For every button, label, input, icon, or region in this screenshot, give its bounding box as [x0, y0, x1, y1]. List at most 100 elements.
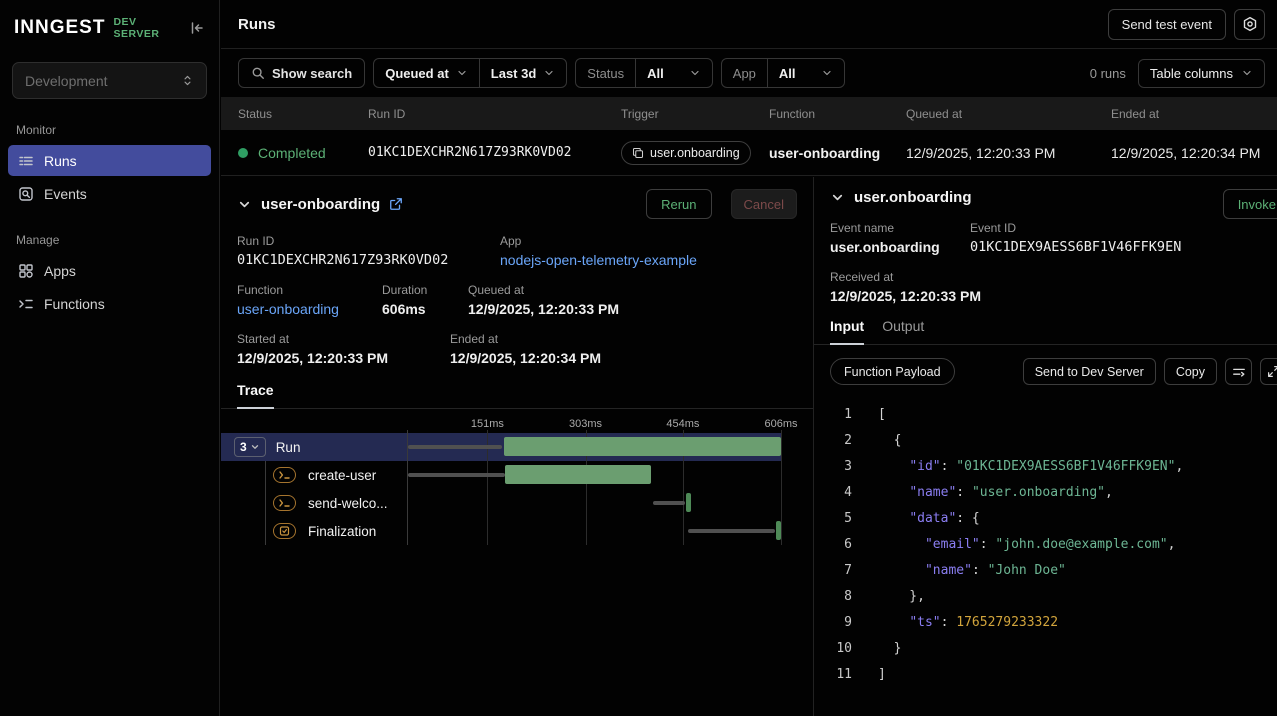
- sidebar-item-runs[interactable]: Runs: [8, 145, 211, 176]
- payload-toolbar-right: Send to Dev Server Copy: [1023, 358, 1277, 385]
- column-header-ended-at: Ended at: [1111, 107, 1277, 121]
- invoke-button[interactable]: Invoke: [1223, 189, 1277, 219]
- run-table-row[interactable]: Completed 01KC1DEXCHR2N617Z93RK0VD02 use…: [221, 130, 1277, 176]
- status-filter-group: Status All: [575, 58, 712, 88]
- word-wrap-button[interactable]: [1225, 358, 1252, 385]
- chevron-down-icon: [543, 67, 555, 79]
- queued-at-field: Queued at 12/9/2025, 12:20:33 PM: [468, 283, 619, 317]
- code-text: },: [852, 589, 925, 604]
- apps-icon: [18, 263, 34, 279]
- topbar: Runs Send test event: [221, 0, 1277, 49]
- send-to-dev-server-button[interactable]: Send to Dev Server: [1023, 358, 1156, 385]
- code-line: 6 "email": "john.doe@example.com",: [814, 531, 1277, 557]
- main-area: Runs Send test event Show search Queu: [221, 0, 1277, 716]
- sidebar-item-label: Runs: [44, 153, 77, 169]
- table-columns-dropdown[interactable]: Table columns: [1138, 59, 1265, 88]
- trace-row-chartzone: [390, 489, 781, 517]
- app-field: App nodejs-open-telemetry-example: [500, 234, 697, 268]
- line-number: 7: [814, 563, 852, 578]
- filter-bar: Show search Queued at Last 3d Status All: [221, 49, 1277, 97]
- trace-axis: 151ms303ms454ms606ms: [221, 417, 813, 433]
- line-number: 2: [814, 433, 852, 448]
- sidebar-item-events[interactable]: Events: [8, 178, 211, 209]
- line-number: 3: [814, 459, 852, 474]
- send-test-event-button[interactable]: Send test event: [1108, 9, 1226, 40]
- time-range-dropdown[interactable]: Last 3d: [479, 59, 567, 87]
- trace-row-create-user[interactable]: create-user: [221, 461, 781, 489]
- sidebar-collapse-icon[interactable]: [189, 20, 205, 36]
- trace-row-run[interactable]: 3Run: [221, 433, 781, 461]
- trigger-cell: user.onboarding: [621, 141, 769, 165]
- function-cell: user-onboarding: [769, 145, 906, 161]
- code-text: "name": "user.onboarding",: [852, 485, 1113, 500]
- external-link-icon[interactable]: [389, 197, 403, 211]
- column-header-status: Status: [238, 107, 368, 121]
- runs-icon: [18, 153, 34, 169]
- environment-select[interactable]: Development: [12, 62, 207, 99]
- tab-input[interactable]: Input: [830, 318, 864, 345]
- collapse-run-chevron-icon[interactable]: [237, 197, 252, 212]
- started-at-field: Started at 12/9/2025, 12:20:33 PM: [237, 332, 450, 366]
- trace-row-label: Finalization: [308, 524, 376, 539]
- trace-row-labelzone: create-user: [221, 461, 390, 489]
- show-search-button[interactable]: Show search: [238, 58, 365, 88]
- app-filter-group: App All: [721, 58, 845, 88]
- trace-row-finalization[interactable]: Finalization: [221, 517, 781, 545]
- trace-span-bar[interactable]: [776, 521, 781, 540]
- event-fields-row-2: Received at 12/9/2025, 12:20:33 PM: [814, 270, 1277, 304]
- sidebar-item-apps[interactable]: Apps: [8, 255, 211, 286]
- trace-row-label: create-user: [308, 468, 376, 483]
- function-payload-button[interactable]: Function Payload: [830, 358, 955, 385]
- app-filter-dropdown[interactable]: All: [767, 59, 844, 87]
- chevron-down-icon: [821, 67, 833, 79]
- code-line: 3 "id": "01KC1DEX9AESS6BF1V46FFK9EN",: [814, 453, 1277, 479]
- status-dot-completed: [238, 148, 248, 158]
- copy-button[interactable]: Copy: [1164, 358, 1217, 385]
- time-field-dropdown[interactable]: Queued at: [374, 59, 479, 87]
- collapse-event-chevron-icon[interactable]: [830, 190, 845, 205]
- line-number: 8: [814, 589, 852, 604]
- sidebar-item-functions[interactable]: Functions: [8, 288, 211, 319]
- code-text: ]: [852, 667, 886, 682]
- grid-line: [781, 430, 782, 545]
- event-details-header: user.onboarding Invoke: [814, 177, 1277, 206]
- sidebar-item-label: Functions: [44, 296, 105, 312]
- settings-button[interactable]: [1234, 9, 1265, 40]
- trace-span-bar[interactable]: [686, 493, 691, 512]
- column-header-queued-at: Queued at: [906, 107, 1111, 121]
- finalization-icon: [273, 523, 296, 539]
- trace-queue-line: [408, 445, 502, 449]
- chevron-down-icon: [1241, 67, 1253, 79]
- function-link[interactable]: user-onboarding: [237, 301, 382, 317]
- function-field: Function user-onboarding: [237, 283, 382, 317]
- payload-toolbar: Function Payload Send to Dev Server Copy: [814, 358, 1277, 385]
- event-title: user.onboarding: [854, 189, 972, 206]
- trigger-badge[interactable]: user.onboarding: [621, 141, 751, 165]
- received-at-field: Received at 12/9/2025, 12:20:33 PM: [830, 270, 981, 304]
- rerun-button[interactable]: Rerun: [646, 189, 711, 219]
- tab-output[interactable]: Output: [882, 318, 924, 344]
- trace-span-bar[interactable]: [505, 465, 651, 484]
- app-link[interactable]: nodejs-open-telemetry-example: [500, 252, 697, 268]
- span-count-badge[interactable]: 3: [234, 437, 266, 457]
- trace-row-labelzone: send-welco...: [221, 489, 390, 517]
- trace-row-chartzone: [390, 461, 781, 489]
- terminal-icon: [273, 495, 296, 511]
- expand-icon: [1267, 365, 1277, 378]
- event-name-field: Event name user.onboarding: [830, 221, 970, 255]
- trace-span-bar[interactable]: [504, 437, 781, 456]
- run-fields-row-2: Function user-onboarding Duration 606ms …: [221, 283, 813, 317]
- page-title: Runs: [238, 16, 276, 33]
- code-text: {: [852, 433, 901, 448]
- line-number: 5: [814, 511, 852, 526]
- run-fields-row-3: Started at 12/9/2025, 12:20:33 PM Ended …: [221, 332, 813, 366]
- event-trigger-icon: [632, 147, 644, 159]
- code-line: 2 {: [814, 427, 1277, 453]
- gear-icon: [1242, 16, 1258, 32]
- tab-trace[interactable]: Trace: [237, 382, 274, 409]
- expand-button[interactable]: [1260, 358, 1277, 385]
- trace-row-send-welco[interactable]: send-welco...: [221, 489, 781, 517]
- cancel-button[interactable]: Cancel: [731, 189, 797, 219]
- status-filter-dropdown[interactable]: All: [635, 59, 712, 87]
- code-text: [: [852, 407, 886, 422]
